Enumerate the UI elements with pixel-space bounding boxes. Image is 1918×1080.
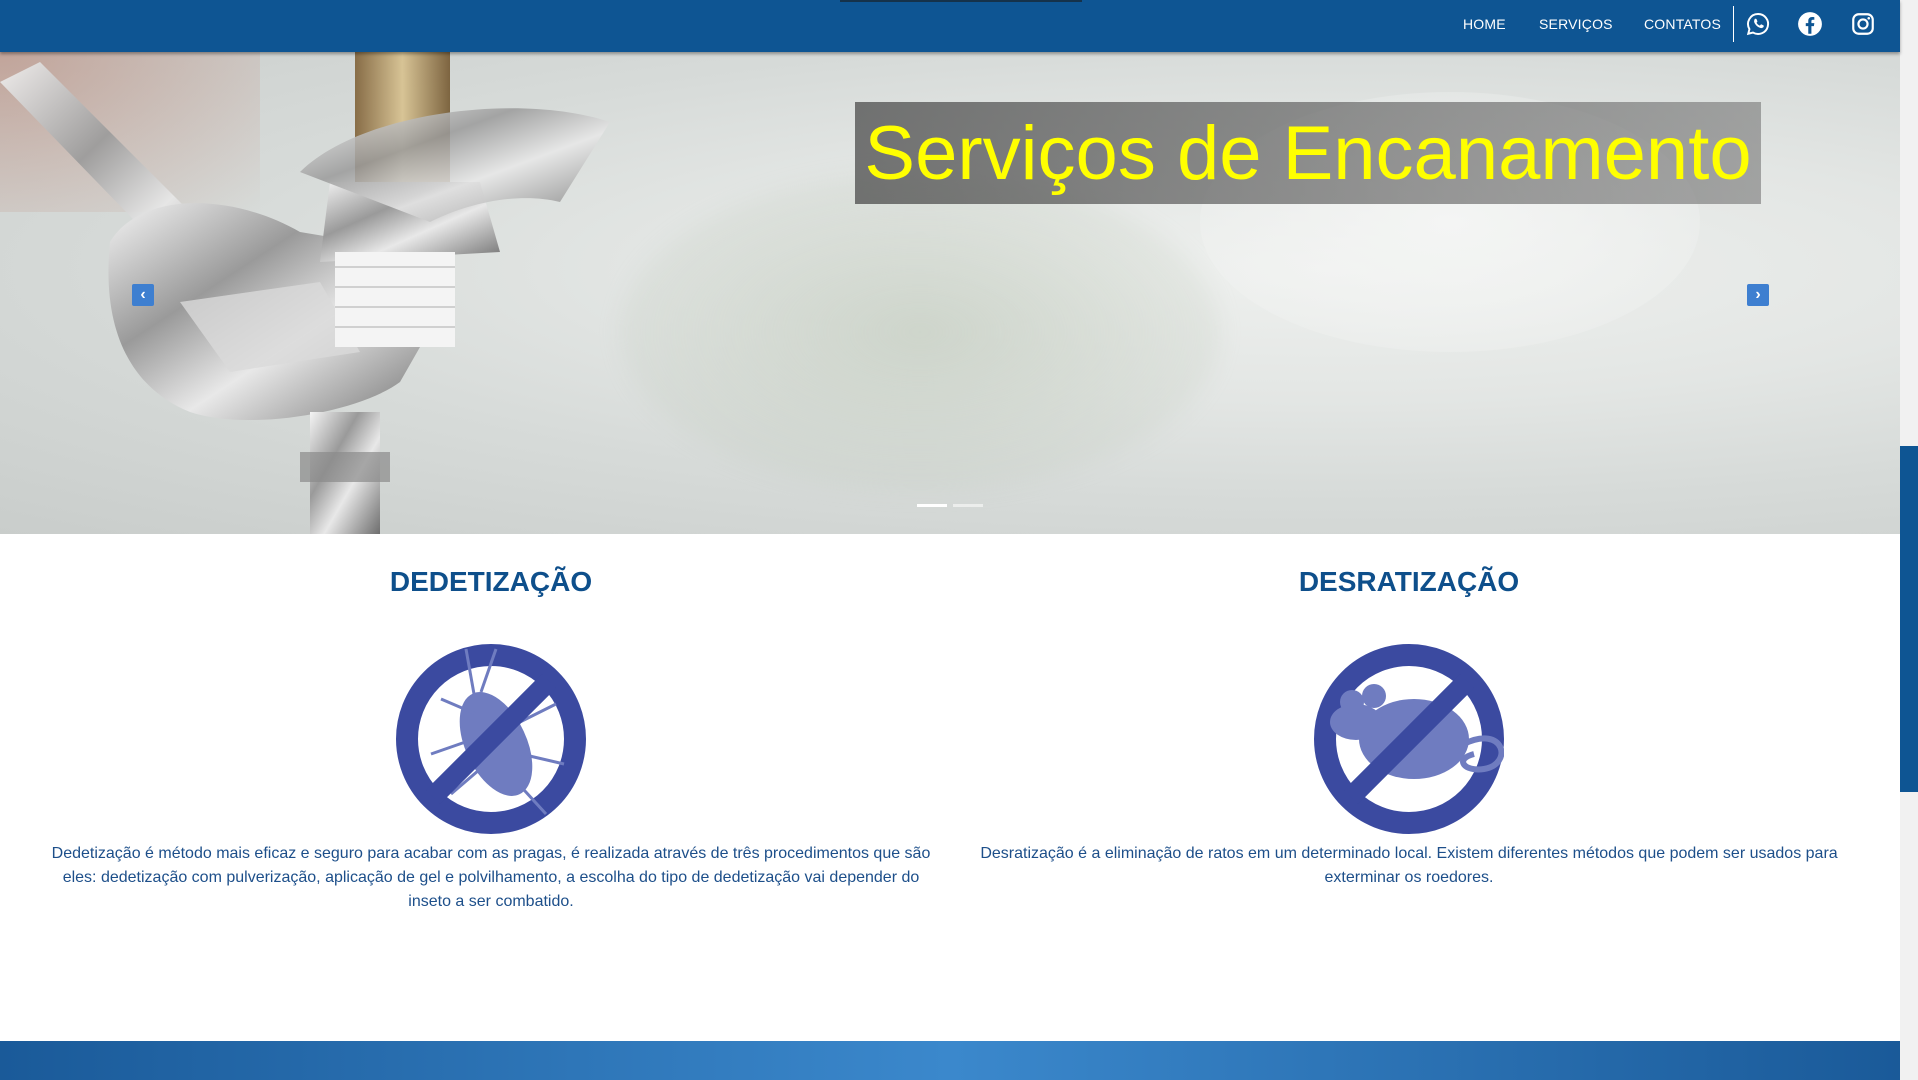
instagram-icon[interactable] bbox=[1850, 11, 1876, 37]
top-navbar: HOME SERVIÇOS CONTATOS bbox=[0, 0, 1900, 52]
slider-dots bbox=[917, 504, 983, 507]
service-dedetizacao: DEDETIZAÇÃO Dedetização é método mais ef… bbox=[41, 560, 941, 914]
nav-top-line bbox=[840, 0, 1082, 2]
slider-dot-1[interactable] bbox=[917, 504, 947, 507]
hero-title: Serviços de Encanamento bbox=[864, 110, 1752, 196]
service-title: DEDETIZAÇÃO bbox=[389, 566, 593, 597]
nav-link-servicos[interactable]: SERVIÇOS bbox=[1539, 16, 1613, 32]
facebook-icon[interactable] bbox=[1797, 11, 1823, 37]
page-scrollbar[interactable] bbox=[1900, 0, 1918, 1080]
hero-bg-blur bbox=[620, 172, 1220, 492]
service-description: Dedetização é método mais eficaz e segur… bbox=[51, 845, 931, 910]
slider-prev-arrow[interactable]: ‹ bbox=[132, 284, 154, 306]
whatsapp-icon[interactable] bbox=[1745, 11, 1771, 37]
nav-divider bbox=[1733, 6, 1734, 42]
footer-band bbox=[0, 1041, 1900, 1080]
service-desratizacao: DESRATIZAÇÃO Desratização é a eliminação… bbox=[959, 560, 1859, 890]
slider-dot-2[interactable] bbox=[953, 504, 983, 507]
nav-link-home[interactable]: HOME bbox=[1463, 16, 1506, 32]
no-cockroach-icon bbox=[396, 644, 586, 834]
service-description: Desratização é a eliminação de ratos em … bbox=[980, 845, 1838, 886]
nav-link-contatos[interactable]: CONTATOS bbox=[1644, 16, 1721, 32]
hero-slider: Serviços de Encanamento ‹ › bbox=[0, 52, 1900, 534]
service-title: DESRATIZAÇÃO bbox=[1298, 566, 1520, 597]
hero-title-box: Serviços de Encanamento bbox=[855, 102, 1761, 204]
no-rat-icon bbox=[1314, 644, 1504, 834]
scrollbar-thumb[interactable] bbox=[1900, 446, 1918, 792]
wrench-pipe-image bbox=[0, 52, 610, 534]
slider-next-arrow[interactable]: › bbox=[1747, 284, 1769, 306]
